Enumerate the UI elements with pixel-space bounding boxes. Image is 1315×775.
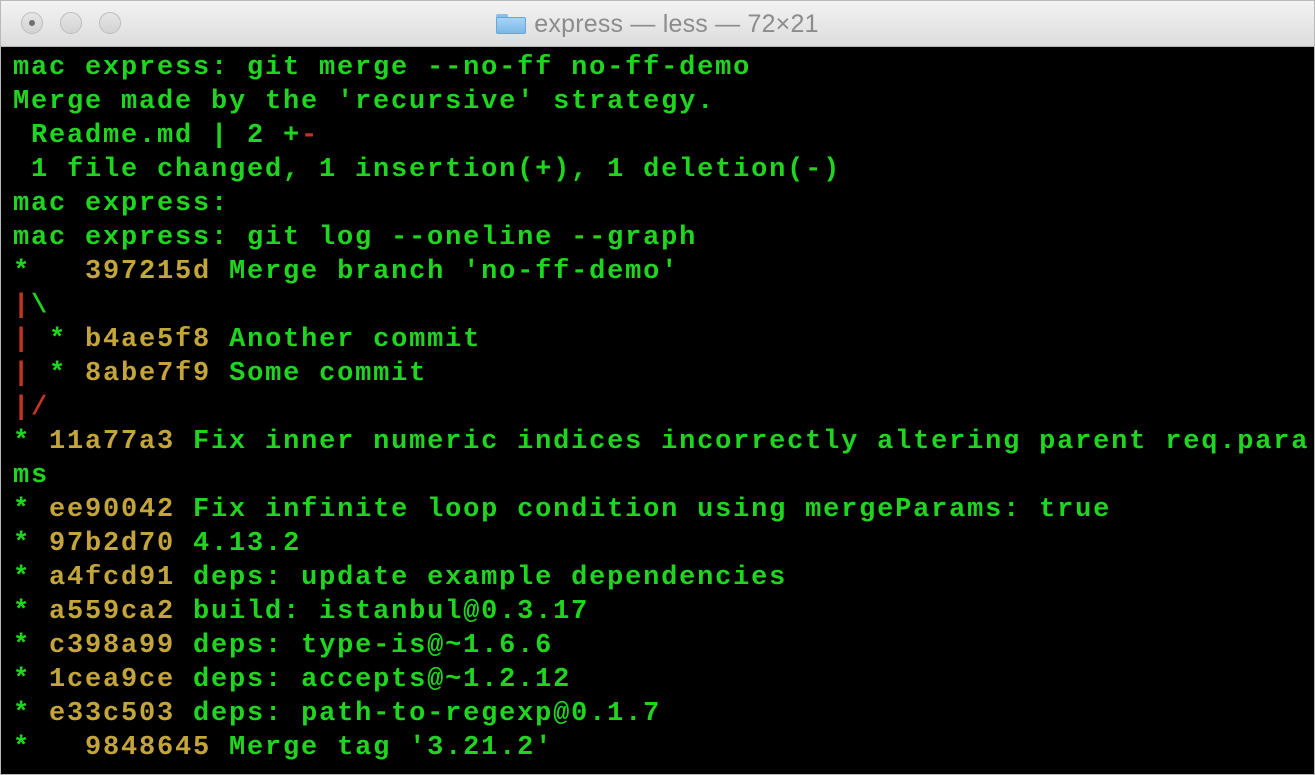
terminal-text: ms [13, 461, 50, 491]
terminal-text: Some commit [211, 359, 428, 389]
terminal-line: Merge made by the 'recursive' strategy. [13, 85, 1314, 119]
terminal-line: * 397215d Merge branch 'no-ff-demo' [13, 255, 1314, 289]
terminal-line: Readme.md | 2 +- [13, 119, 1314, 153]
terminal-text: Fix infinite loop condition using mergeP… [175, 495, 1112, 525]
terminal-line: * a559ca2 build: istanbul@0.3.17 [13, 595, 1314, 629]
terminal-line: |\ [13, 289, 1314, 323]
commit-hash: 9848645 [85, 733, 212, 763]
terminal-text: * [13, 699, 50, 729]
terminal-text: * [13, 529, 50, 559]
terminal-text: * [13, 495, 50, 525]
terminal-text: build: istanbul@0.3.17 [175, 597, 590, 627]
terminal-text: Fix inner numeric indices incorrectly al… [175, 427, 1310, 457]
terminal-line: * 11a77a3 Fix inner numeric indices inco… [13, 425, 1314, 459]
terminal-text: deps: type-is@~1.6.6 [175, 631, 554, 661]
graph-segment: | [13, 359, 32, 389]
commit-hash: e33c503 [49, 699, 176, 729]
terminal-line: | * b4ae5f8 Another commit [13, 323, 1314, 357]
terminal-line: * 97b2d70 4.13.2 [13, 527, 1314, 561]
terminal-line: |/ [13, 391, 1314, 425]
commit-hash: 1cea9ce [49, 665, 176, 695]
terminal-line: * 1cea9ce deps: accepts@~1.2.12 [13, 663, 1314, 697]
terminal-text: Readme.md | 2 + [13, 121, 302, 151]
folder-icon [496, 14, 527, 34]
graph-segment: | [13, 325, 32, 355]
terminal-text: 1 file changed, 1 insertion(+), 1 deleti… [13, 155, 842, 185]
terminal-line: mac express: git merge --no-ff no-ff-dem… [13, 51, 1314, 85]
terminal-line: * 9848645 Merge tag '3.21.2' [13, 731, 1314, 765]
terminal-text: deps: update example dependencies [175, 563, 788, 593]
terminal-line: * a4fcd91 deps: update example dependenc… [13, 561, 1314, 595]
terminal-text: deps: accepts@~1.2.12 [175, 665, 572, 695]
terminal-text: deps: path-to-regexp@0.1.7 [175, 699, 662, 729]
terminal-window: express — less — 72×21 mac express: git … [0, 0, 1315, 775]
terminal-text: * [13, 257, 86, 287]
terminal-text: * [13, 597, 50, 627]
terminal-output[interactable]: mac express: git merge --no-ff no-ff-dem… [13, 51, 1314, 774]
window-title-group: express — less — 72×21 [1, 1, 1314, 47]
title-bar[interactable]: express — less — 72×21 [1, 1, 1314, 47]
terminal-text: * [13, 563, 50, 593]
commit-hash: 397215d [85, 257, 212, 287]
commit-hash: ee90042 [49, 495, 176, 525]
terminal-text: mac express: git merge --no-ff no-ff-dem… [13, 53, 752, 83]
graph-segment: |/ [13, 393, 50, 423]
terminal-line: * c398a99 deps: type-is@~1.6.6 [13, 629, 1314, 663]
terminal-text: * [13, 665, 50, 695]
terminal-text: * [13, 733, 86, 763]
commit-hash: a559ca2 [49, 597, 176, 627]
terminal-text: * [31, 325, 86, 355]
terminal-text: Another commit [211, 325, 482, 355]
commit-hash: 11a77a3 [49, 427, 176, 457]
commit-hash: 8abe7f9 [85, 359, 212, 389]
graph-segment: | [13, 291, 32, 321]
commit-hash: 97b2d70 [49, 529, 176, 559]
terminal-line: mac express: [13, 187, 1314, 221]
terminal-text: 4.13.2 [175, 529, 302, 559]
window-title: express — less — 72×21 [534, 9, 819, 38]
terminal-text: mac express: [13, 189, 230, 219]
terminal-text: * [31, 359, 86, 389]
terminal-text: Merge made by the 'recursive' strategy. [13, 87, 716, 117]
terminal-line: mac express: git log --oneline --graph [13, 221, 1314, 255]
terminal-line: * e33c503 deps: path-to-regexp@0.1.7 [13, 697, 1314, 731]
terminal-text: Merge branch 'no-ff-demo' [211, 257, 680, 287]
terminal-line: | * 8abe7f9 Some commit [13, 357, 1314, 391]
terminal-text: * [13, 631, 50, 661]
terminal-text: * [13, 427, 50, 457]
commit-hash: a4fcd91 [49, 563, 176, 593]
terminal-line: 1 file changed, 1 insertion(+), 1 deleti… [13, 153, 1314, 187]
commit-hash: b4ae5f8 [85, 325, 212, 355]
terminal-line: ms [13, 459, 1314, 493]
terminal-text: Merge tag '3.21.2' [211, 733, 554, 763]
terminal-text: mac express: git log --oneline --graph [13, 223, 698, 253]
graph-segment: - [301, 121, 320, 151]
terminal-line: * ee90042 Fix infinite loop condition us… [13, 493, 1314, 527]
terminal-text: \ [31, 291, 50, 321]
commit-hash: c398a99 [49, 631, 176, 661]
